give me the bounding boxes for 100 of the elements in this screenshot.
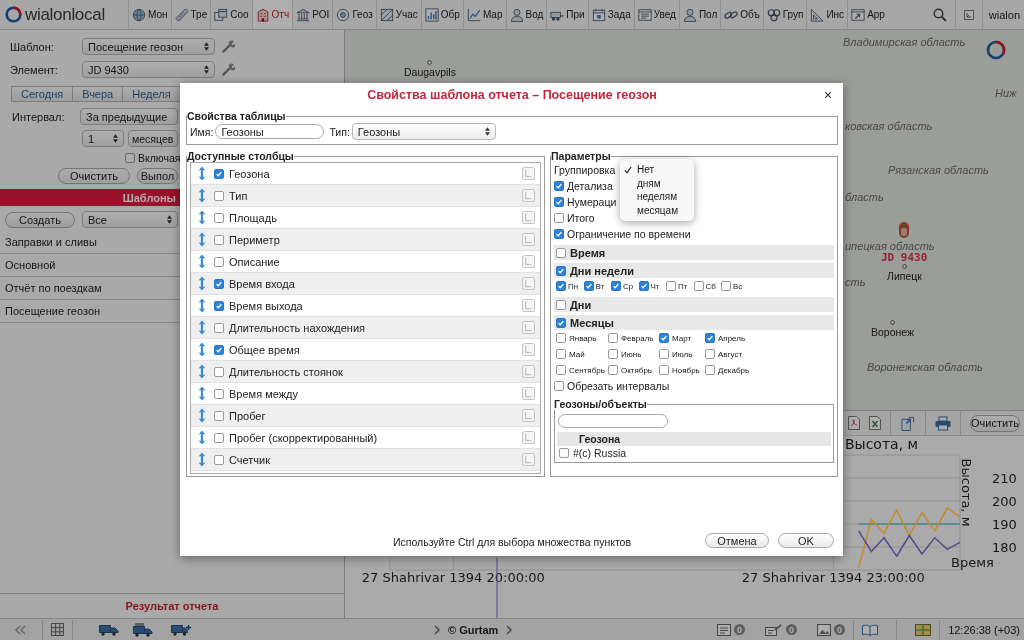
checkbox[interactable] bbox=[556, 365, 566, 375]
pdf-document-icon[interactable] bbox=[848, 416, 860, 430]
nav-tab[interactable]: Геоз bbox=[332, 0, 376, 29]
double-chevron-left-icon[interactable] bbox=[14, 624, 26, 635]
period-tab[interactable]: Сегодня bbox=[11, 86, 74, 102]
type-select[interactable]: Геозоны bbox=[351, 123, 496, 140]
checkbox[interactable] bbox=[608, 365, 618, 375]
clear-button[interactable]: Очистить bbox=[970, 414, 1020, 432]
column-row[interactable]: Описание bbox=[191, 251, 540, 273]
checkbox[interactable] bbox=[608, 349, 618, 359]
nav-tab[interactable]: Пол bbox=[678, 0, 721, 29]
checkbox[interactable] bbox=[214, 344, 224, 355]
select-field[interactable]: месяцев bbox=[128, 130, 178, 147]
column-row[interactable]: Время входа bbox=[191, 273, 540, 295]
printer-icon[interactable] bbox=[935, 415, 951, 431]
panel-icon[interactable] bbox=[522, 409, 535, 422]
nav-tab[interactable]: При bbox=[546, 0, 588, 29]
section-bar[interactable]: Дни bbox=[554, 297, 834, 312]
section-bar[interactable]: Дни недели bbox=[554, 263, 834, 278]
checkbox[interactable] bbox=[556, 265, 566, 276]
checkbox[interactable] bbox=[554, 381, 564, 391]
vertical-arrows-icon[interactable] bbox=[198, 364, 206, 379]
checkbox[interactable] bbox=[214, 322, 224, 333]
panel-icon[interactable] bbox=[522, 167, 535, 180]
panel-icon[interactable] bbox=[522, 453, 535, 466]
document-arrow-icon[interactable] bbox=[900, 415, 916, 431]
nav-tab[interactable]: Зада bbox=[587, 0, 634, 29]
panel-icon[interactable] bbox=[522, 211, 535, 224]
nav-tab[interactable]: Обр bbox=[420, 0, 463, 29]
panel-icon[interactable] bbox=[522, 365, 535, 378]
marker-icon[interactable] bbox=[898, 222, 911, 238]
panel-icon[interactable] bbox=[522, 321, 535, 334]
vertical-arrows-icon[interactable] bbox=[198, 452, 206, 467]
checkbox[interactable] bbox=[659, 349, 669, 359]
checkbox[interactable] bbox=[556, 317, 566, 328]
column-row[interactable]: Общее время bbox=[191, 339, 540, 361]
checkbox[interactable] bbox=[214, 190, 224, 201]
nav-tab[interactable]: Отч bbox=[251, 0, 293, 29]
checkbox[interactable] bbox=[556, 349, 566, 359]
checkbox[interactable] bbox=[556, 299, 566, 310]
checkbox[interactable] bbox=[611, 281, 621, 291]
checkbox[interactable] bbox=[214, 168, 224, 179]
column-row[interactable]: Длительность стоянок bbox=[191, 361, 540, 383]
corner-arrow-icon[interactable] bbox=[963, 9, 974, 20]
vertical-arrows-icon[interactable] bbox=[198, 254, 206, 269]
truck-plus-icon[interactable] bbox=[171, 623, 191, 636]
panel-icon[interactable] bbox=[522, 277, 535, 290]
action-button[interactable]: Выпол bbox=[137, 168, 178, 184]
create-button[interactable]: Создать bbox=[5, 211, 75, 228]
wrench-icon[interactable] bbox=[222, 40, 235, 53]
chevron-right-icon[interactable] bbox=[506, 624, 513, 635]
checkbox[interactable] bbox=[214, 366, 224, 377]
checkbox[interactable] bbox=[554, 213, 564, 223]
menu-item[interactable]: дням bbox=[620, 176, 694, 190]
checkbox[interactable] bbox=[214, 256, 224, 267]
panel-icon[interactable] bbox=[522, 299, 535, 312]
truck-tag-icon[interactable] bbox=[133, 622, 153, 637]
checkbox[interactable] bbox=[214, 212, 224, 223]
document-icon[interactable] bbox=[717, 623, 732, 636]
vertical-arrows-icon[interactable] bbox=[198, 408, 206, 423]
period-tab[interactable]: Неделя bbox=[123, 86, 181, 102]
checkbox[interactable] bbox=[638, 281, 649, 291]
checkbox[interactable] bbox=[214, 388, 224, 399]
menu-item[interactable]: месяцам bbox=[620, 203, 694, 217]
ring-logo-icon[interactable] bbox=[986, 40, 1006, 60]
nav-tab[interactable]: App bbox=[847, 0, 888, 29]
checkbox[interactable] bbox=[705, 349, 715, 359]
truck-icon[interactable] bbox=[99, 623, 119, 636]
checkbox[interactable] bbox=[214, 410, 224, 421]
dialog-button[interactable]: OK bbox=[778, 533, 834, 548]
select-field[interactable]: За предыдущие bbox=[80, 108, 178, 125]
checkbox[interactable] bbox=[554, 197, 564, 207]
checkbox[interactable] bbox=[583, 281, 594, 291]
checkbox[interactable] bbox=[693, 281, 704, 291]
vertical-arrows-icon[interactable] bbox=[198, 320, 206, 335]
user-name[interactable]: wialon bbox=[982, 8, 1024, 21]
vertical-arrows-icon[interactable] bbox=[198, 210, 206, 225]
wrench-icon[interactable] bbox=[222, 63, 235, 76]
nav-tab[interactable]: POI bbox=[292, 0, 333, 29]
column-row[interactable]: Площадь bbox=[191, 207, 540, 229]
panel-icon[interactable] bbox=[522, 431, 535, 444]
grid-icon[interactable] bbox=[51, 623, 64, 636]
vertical-arrows-icon[interactable] bbox=[198, 166, 206, 181]
panel-icon[interactable] bbox=[522, 233, 535, 246]
checkbox[interactable] bbox=[659, 333, 669, 343]
document-x-icon[interactable] bbox=[869, 416, 881, 430]
nav-tab[interactable]: Мон bbox=[128, 0, 171, 29]
nav-tab[interactable]: Учас bbox=[375, 0, 421, 29]
column-row[interactable]: Счетчик bbox=[191, 449, 540, 471]
vertical-arrows-icon[interactable] bbox=[198, 188, 206, 203]
checkbox[interactable] bbox=[214, 278, 224, 289]
menu-item[interactable]: неделям bbox=[620, 190, 694, 204]
vertical-arrows-icon[interactable] bbox=[198, 386, 206, 401]
nav-tab[interactable]: Соо bbox=[210, 0, 252, 29]
document-pen-icon[interactable] bbox=[765, 623, 784, 636]
checkbox[interactable] bbox=[705, 365, 715, 375]
column-row[interactable]: Пробег (скорректированный) bbox=[191, 427, 540, 449]
vertical-arrows-icon[interactable] bbox=[198, 430, 206, 445]
column-row[interactable]: Периметр bbox=[191, 229, 540, 251]
checkbox[interactable] bbox=[556, 247, 566, 258]
